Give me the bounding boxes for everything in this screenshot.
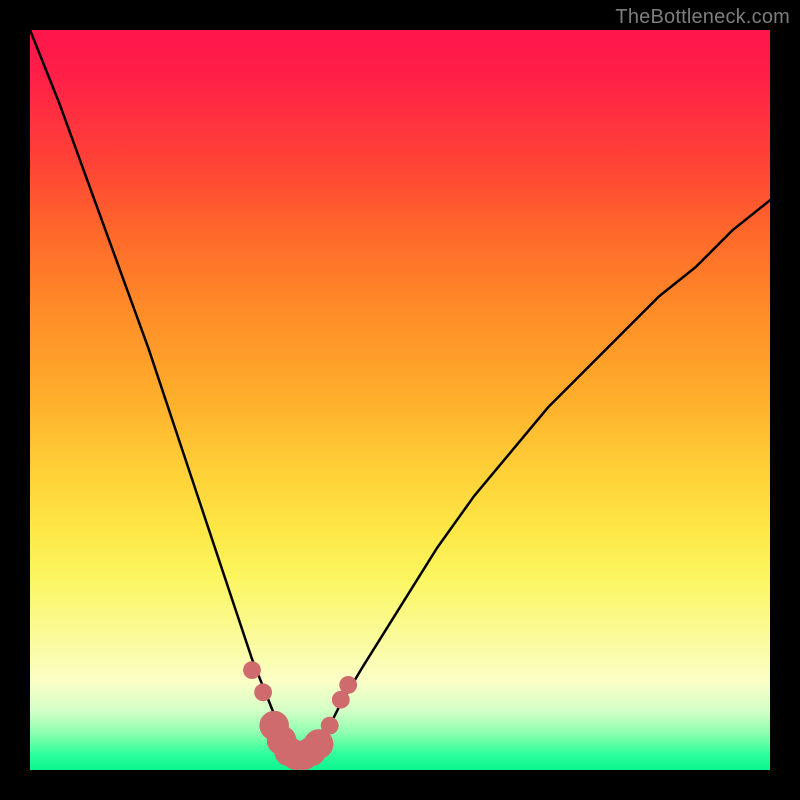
bottleneck-curve	[30, 30, 770, 755]
marker-dot	[254, 683, 272, 701]
plot-area	[30, 30, 770, 770]
curve-path	[30, 30, 770, 755]
chart-frame: TheBottleneck.com	[0, 0, 800, 800]
curve-svg	[30, 30, 770, 770]
marker-dot	[339, 676, 357, 694]
marker-dot	[243, 661, 261, 679]
watermark-text: TheBottleneck.com	[615, 6, 790, 29]
marker-dot	[321, 717, 339, 735]
